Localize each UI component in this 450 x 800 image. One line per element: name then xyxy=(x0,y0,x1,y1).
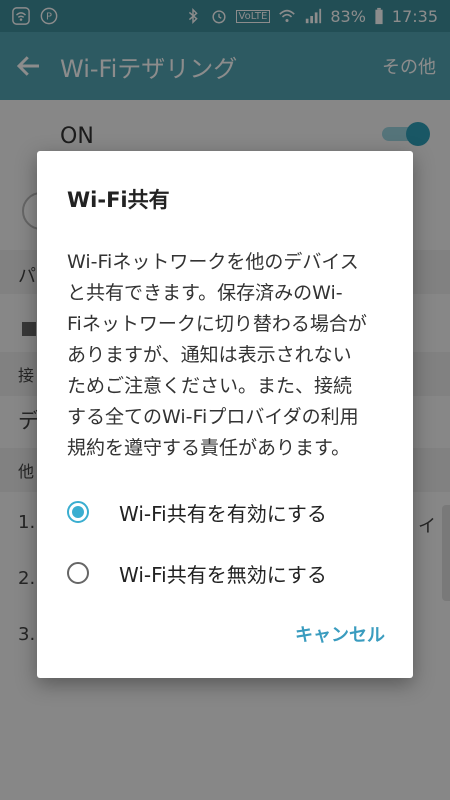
radio-checked-icon[interactable] xyxy=(67,501,89,523)
radio-unchecked-icon[interactable] xyxy=(67,562,89,584)
option-enable-label: Wi-Fi共有を有効にする xyxy=(119,501,327,526)
option-enable[interactable]: Wi-Fi共有を有効にする xyxy=(67,492,397,532)
message-line: ためご注意ください。また、接続 xyxy=(67,375,353,397)
option-disable[interactable]: Wi-Fi共有を無効にする xyxy=(67,553,397,593)
option-disable-label: Wi-Fi共有を無効にする xyxy=(119,562,327,587)
message-line: 規約を遵守する責任があります。 xyxy=(67,437,351,459)
message-line: する全てのWi-Fiプロバイダの利用 xyxy=(67,406,359,428)
cancel-button[interactable]: キャンセル xyxy=(295,621,385,647)
message-line: と共有できます。保存済みのWi- xyxy=(67,282,343,304)
message-line: Wi-Fiネットワークを他のデバイス xyxy=(67,251,359,273)
message-line: Fiネットワークに切り替わる場合が xyxy=(67,313,367,335)
dialog-message: Wi-Fiネットワークを他のデバイス と共有できます。保存済みのWi- Fiネッ… xyxy=(67,247,397,464)
message-line: ありますが、通知は表示されない xyxy=(67,344,352,366)
dialog-title: Wi-Fi共有 xyxy=(67,188,170,212)
wifi-sharing-dialog: Wi-Fi共有 Wi-Fiネットワークを他のデバイス と共有できます。保存済みの… xyxy=(37,151,413,678)
